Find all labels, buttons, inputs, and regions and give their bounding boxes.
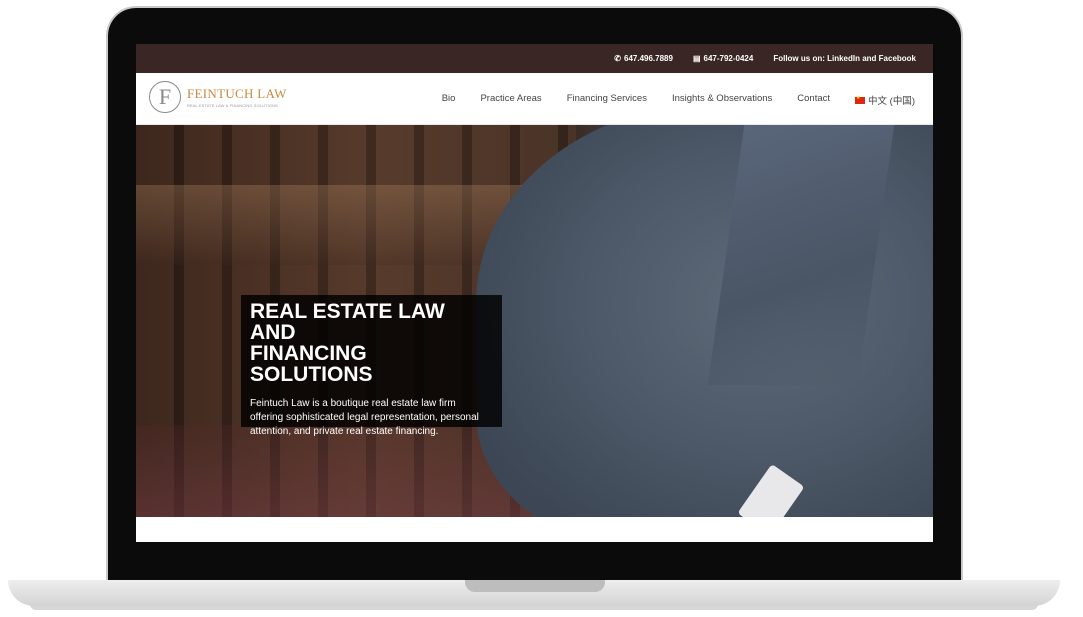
phone-link[interactable]: ✆ 647.496.7889 [614, 54, 673, 63]
browser-screen: ✆ 647.496.7889 ▤ 647-792-0424 Follow us … [136, 44, 933, 542]
hero-title: REAL ESTATE LAW AND FINANCING SOLUTIONS [250, 301, 492, 385]
top-contact-bar: ✆ 647.496.7889 ▤ 647-792-0424 Follow us … [136, 44, 933, 73]
phone-number: 647.496.7889 [624, 54, 673, 63]
site-logo[interactable]: F FEINTUCH LAW REAL ESTATE LAW & FINANCI… [149, 81, 287, 113]
fax-icon: ▤ [692, 54, 701, 63]
fax-number: 647-792-0424 [703, 54, 754, 63]
hero-title-line-2: FINANCING SOLUTIONS [250, 342, 373, 386]
main-navbar: F FEINTUCH LAW REAL ESTATE LAW & FINANCI… [136, 73, 933, 125]
nav-menu: Bio Practice Areas Financing Services In… [417, 93, 915, 107]
hero-banner: REAL ESTATE LAW AND FINANCING SOLUTIONS … [136, 125, 933, 517]
nav-item-practice-areas[interactable]: Practice Areas [480, 93, 541, 107]
phone-icon: ✆ [614, 54, 621, 63]
laptop-notch [465, 580, 605, 592]
nav-item-insights[interactable]: Insights & Observations [672, 93, 772, 107]
logo-monogram: F [149, 81, 181, 113]
nav-item-contact[interactable]: Contact [797, 93, 830, 107]
china-flag-icon [855, 95, 866, 104]
nav-item-financing-services[interactable]: Financing Services [567, 93, 647, 107]
hero-title-line-1: REAL ESTATE LAW AND [250, 300, 445, 344]
logo-text: FEINTUCH LAW REAL ESTATE LAW & FINANCING… [187, 85, 287, 108]
logo-letter: F [158, 84, 172, 109]
social-follow-link[interactable]: Follow us on: LinkedIn and Facebook [773, 54, 916, 63]
top-contact-items: ✆ 647.496.7889 ▤ 647-792-0424 Follow us … [594, 54, 916, 63]
logo-tagline: REAL ESTATE LAW & FINANCING SOLUTIONS [187, 102, 278, 108]
social-follow-text: Follow us on: LinkedIn and Facebook [773, 54, 916, 63]
hero-description: Feintuch Law is a boutique real estate l… [250, 398, 479, 437]
fax-link[interactable]: ▤ 647-792-0424 [693, 54, 753, 63]
logo-name: FEINTUCH LAW [187, 85, 287, 101]
nav-item-bio[interactable]: Bio [442, 93, 456, 107]
nav-item-language[interactable]: 中文 (中国) [855, 93, 915, 107]
hero-text-box: REAL ESTATE LAW AND FINANCING SOLUTIONS … [241, 295, 502, 437]
language-label: 中文 (中国) [868, 96, 915, 107]
